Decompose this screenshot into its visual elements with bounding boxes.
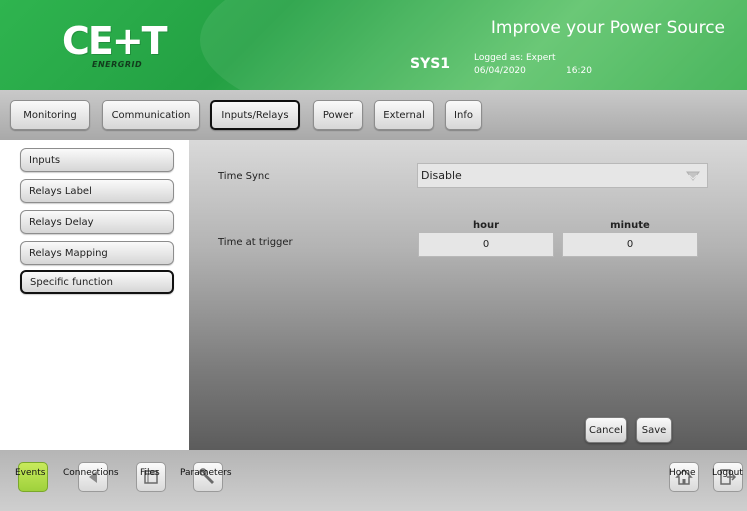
tab-power[interactable]: Power xyxy=(313,100,363,130)
current-time: 16:20 xyxy=(566,66,592,76)
logo-subtext: ENERGRID xyxy=(92,60,143,69)
sidebar: Inputs Relays Label Relays Delay Relays … xyxy=(0,140,189,450)
header-swoosh-decoration xyxy=(200,0,747,90)
main-panel: Time Sync Disable hour minute Time at tr… xyxy=(189,140,747,450)
sidebar-item-relays-mapping[interactable]: Relays Mapping xyxy=(20,241,174,265)
tab-external[interactable]: External xyxy=(374,100,434,130)
tab-info[interactable]: Info xyxy=(445,100,482,130)
header-banner: CE+T ENERGRID Improve your Power Source … xyxy=(0,0,747,90)
minute-input[interactable]: 0 xyxy=(562,232,698,257)
chevron-down-icon xyxy=(686,171,700,181)
events-label: Events xyxy=(15,468,46,478)
current-date: 06/04/2020 xyxy=(474,66,526,76)
logged-as-text: Logged as: Expert xyxy=(474,53,556,63)
top-navigation: Monitoring Communication Inputs/Relays P… xyxy=(0,90,747,140)
minute-column-header: minute xyxy=(610,220,650,231)
files-label: Files xyxy=(140,468,160,478)
sidebar-item-specific-function[interactable]: Specific function xyxy=(20,270,174,294)
sidebar-item-relays-label[interactable]: Relays Label xyxy=(20,179,174,203)
hour-input[interactable]: 0 xyxy=(418,232,554,257)
system-name: SYS1 xyxy=(410,56,451,72)
time-at-trigger-label: Time at trigger xyxy=(218,237,293,248)
sidebar-item-relays-delay[interactable]: Relays Delay xyxy=(20,210,174,234)
time-sync-select[interactable]: Disable xyxy=(417,163,708,188)
tab-inputs-relays[interactable]: Inputs/Relays xyxy=(210,100,300,130)
sidebar-item-inputs[interactable]: Inputs xyxy=(20,148,174,172)
save-button[interactable]: Save xyxy=(636,417,672,443)
logo-text: CE+T xyxy=(62,19,168,63)
logout-label: Logout xyxy=(712,468,743,478)
tab-monitoring[interactable]: Monitoring xyxy=(10,100,90,130)
hour-column-header: hour xyxy=(472,220,500,231)
bottom-toolbar xyxy=(0,450,747,511)
tab-communication[interactable]: Communication xyxy=(102,100,200,130)
app-title: Improve your Power Source xyxy=(490,18,725,38)
home-label: Home xyxy=(669,468,696,478)
time-sync-value: Disable xyxy=(421,169,462,182)
cancel-button[interactable]: Cancel xyxy=(585,417,627,443)
company-logo: CE+T ENERGRID xyxy=(62,20,168,75)
connections-label: Connections xyxy=(63,468,119,478)
time-sync-label: Time Sync xyxy=(218,171,270,182)
parameters-label: Parameters xyxy=(180,468,232,478)
